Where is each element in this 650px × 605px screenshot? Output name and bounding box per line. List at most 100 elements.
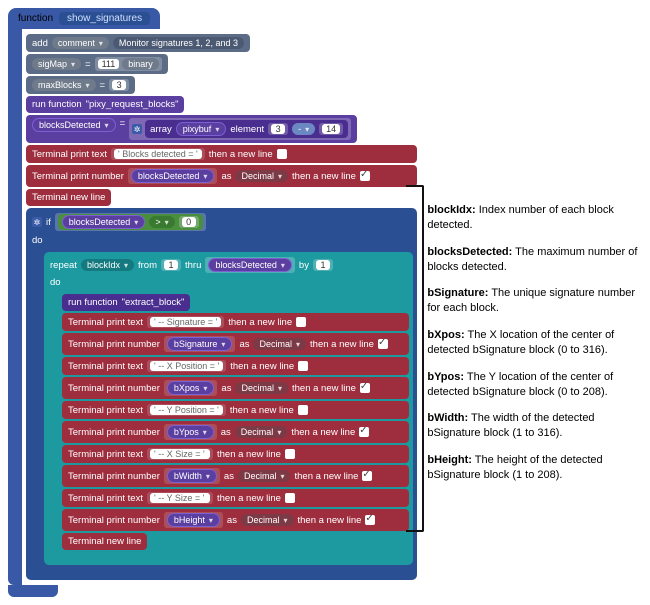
- run-func-request[interactable]: run function "pixy_request_blocks": [26, 96, 184, 113]
- tprint-num-blocks[interactable]: Terminal print number blocksDetected▾ as…: [26, 165, 417, 187]
- decimal-pill[interactable]: Decimal▾: [253, 338, 306, 350]
- run-name: "extract_block": [122, 297, 185, 308]
- blocksdetected-assign[interactable]: blocksDetected▾ = ✲ array pixybuf▾ eleme…: [26, 115, 357, 143]
- newline-checkbox[interactable]: [359, 427, 369, 437]
- thru-var[interactable]: blocksDetected▾: [208, 258, 292, 272]
- array-expr[interactable]: array pixybuf▾ element 3 -▾ 14: [145, 120, 348, 138]
- from-val[interactable]: 1: [164, 260, 178, 270]
- tprint-text-blocks[interactable]: Terminal print text ' Blocks detected = …: [26, 145, 417, 163]
- sigmap-block[interactable]: sigMap▾ = 111 binary: [26, 54, 168, 74]
- add-comment-block[interactable]: add comment▾ Monitor signatures 1, 2, an…: [26, 34, 250, 52]
- legend-term: bXpos:: [427, 329, 464, 341]
- newline-checkbox[interactable]: [378, 339, 388, 349]
- tprint-num-ypos[interactable]: Terminal print number bYpos▾ as Decimal▾…: [62, 421, 409, 443]
- comment-text[interactable]: Monitor signatures 1, 2, and 3: [113, 37, 244, 49]
- var-blocksDetected[interactable]: blocksDetected▾: [131, 169, 215, 183]
- string-ypos[interactable]: ' -- Y Position = ': [150, 405, 223, 415]
- legend: blockIdx: Index number of each block det…: [427, 8, 642, 495]
- newline-checkbox[interactable]: [298, 361, 308, 371]
- tprint-num-xpos[interactable]: Terminal print number bXpos▾ as Decimal▾…: [62, 377, 409, 399]
- tprint-newline[interactable]: Terminal new line: [26, 189, 111, 206]
- tprint-num-ysize[interactable]: Terminal print number bHeight▾ as Decima…: [62, 509, 409, 531]
- var-bYpos[interactable]: bYpos▾: [167, 425, 214, 439]
- tprint-newline[interactable]: Terminal new line: [62, 533, 147, 550]
- function-keyword: function: [18, 13, 53, 24]
- decimal-pill[interactable]: Decimal▾: [235, 170, 288, 182]
- from-label: from: [138, 260, 157, 271]
- newline-checkbox[interactable]: [365, 515, 375, 525]
- maxblocks-var[interactable]: maxBlocks▾: [32, 79, 96, 91]
- string-blocks[interactable]: ' Blocks detected = ': [114, 149, 202, 159]
- eq: =: [120, 118, 126, 129]
- decimal-pill[interactable]: Decimal▾: [238, 470, 291, 482]
- string-sig[interactable]: ' -- Signature = ': [150, 317, 221, 327]
- tprint-num-sig[interactable]: Terminal print number bSignature▾ as Dec…: [62, 333, 409, 355]
- legend-term: bYpos:: [427, 371, 464, 383]
- newline-checkbox[interactable]: [285, 493, 295, 503]
- tp-text-label: Terminal print text: [32, 149, 107, 160]
- var-bHeight[interactable]: bHeight▾: [167, 513, 220, 527]
- newline-checkbox[interactable]: [296, 317, 306, 327]
- sigmap-type[interactable]: binary: [122, 58, 159, 70]
- string-ysize[interactable]: ' -- Y Size = ': [150, 493, 210, 503]
- run-label: run function: [32, 99, 82, 110]
- newline-checkbox[interactable]: [298, 405, 308, 415]
- tprint-text-ypos[interactable]: Terminal print text ' -- Y Position = ' …: [62, 401, 409, 419]
- repeat-block[interactable]: repeat blockIdx▾ from 1 thru blocksDetec…: [44, 252, 413, 565]
- newline-checkbox[interactable]: [362, 471, 372, 481]
- tprint-num-xsize[interactable]: Terminal print number bWidth▾ as Decimal…: [62, 465, 409, 487]
- sigmap-value[interactable]: 111: [98, 59, 120, 69]
- zero-val[interactable]: 0: [182, 217, 196, 227]
- string-xpos[interactable]: ' -- X Position = ': [150, 361, 223, 371]
- gear-icon[interactable]: ✲: [32, 217, 42, 227]
- newline-checkbox[interactable]: [277, 149, 287, 159]
- var-bSignature[interactable]: bSignature▾: [167, 337, 233, 351]
- legend-term: bSignature:: [427, 287, 488, 299]
- minus-op[interactable]: -▾: [292, 123, 315, 135]
- then-label: then a new line: [292, 171, 356, 182]
- if-block[interactable]: ✲ if blocksDetected▾ >▾ 0 do: [26, 208, 417, 580]
- gear-icon[interactable]: ✲: [132, 124, 142, 134]
- run-func-extract[interactable]: run function "extract_block": [62, 294, 190, 311]
- run-label: run function: [68, 297, 118, 308]
- legend-term: bHeight:: [427, 454, 472, 466]
- minus-right[interactable]: 14: [322, 124, 340, 134]
- bdet-var[interactable]: blocksDetected▾: [32, 118, 116, 132]
- decimal-pill[interactable]: Decimal▾: [241, 514, 294, 526]
- thru-label: thru: [185, 260, 201, 271]
- gt-op[interactable]: >▾: [149, 216, 174, 228]
- by-val[interactable]: 1: [316, 260, 330, 270]
- tp-nl-label: Terminal new line: [32, 192, 105, 203]
- if-var[interactable]: blocksDetected▾: [62, 215, 146, 229]
- newline-checkbox[interactable]: [285, 449, 295, 459]
- compare-expr[interactable]: blocksDetected▾ >▾ 0: [58, 214, 203, 230]
- array-kw: array: [150, 124, 172, 135]
- run-name: "pixy_request_blocks": [86, 99, 179, 110]
- legend-term: blockIdx:: [427, 204, 475, 216]
- if-label: if: [46, 217, 51, 228]
- maxblocks-block[interactable]: maxBlocks▾ = 3: [26, 76, 135, 94]
- tprint-text-sig[interactable]: Terminal print text ' -- Signature = ' t…: [62, 313, 409, 331]
- tprint-text-xpos[interactable]: Terminal print text ' -- X Position = ' …: [62, 357, 409, 375]
- newline-checkbox[interactable]: [360, 171, 370, 181]
- eq: =: [100, 80, 106, 91]
- function-hat[interactable]: function show_signatures: [8, 8, 160, 29]
- function-name[interactable]: show_signatures: [59, 12, 150, 25]
- comment-pill[interactable]: comment▾: [52, 37, 109, 49]
- array-index[interactable]: 3: [271, 124, 285, 134]
- tprint-text-ysize[interactable]: Terminal print text ' -- Y Size = ' then…: [62, 489, 409, 507]
- string-xsize[interactable]: ' -- X Size = ': [150, 449, 210, 459]
- sigmap-var[interactable]: sigMap▾: [32, 58, 81, 70]
- decimal-pill[interactable]: Decimal▾: [235, 382, 288, 394]
- legend-term: bWidth:: [427, 412, 468, 424]
- array-name[interactable]: pixybuf▾: [176, 122, 227, 136]
- newline-checkbox[interactable]: [360, 383, 370, 393]
- maxblocks-value[interactable]: 3: [112, 80, 126, 90]
- legend-term: blocksDetected:: [427, 246, 512, 258]
- decimal-pill[interactable]: Decimal▾: [235, 426, 288, 438]
- repeat-var[interactable]: blockIdx▾: [81, 259, 134, 271]
- then-label: then a new line: [209, 149, 273, 160]
- tprint-text-xsize[interactable]: Terminal print text ' -- X Size = ' then…: [62, 445, 409, 463]
- var-bXpos[interactable]: bXpos▾: [167, 381, 215, 395]
- var-bWidth[interactable]: bWidth▾: [167, 469, 217, 483]
